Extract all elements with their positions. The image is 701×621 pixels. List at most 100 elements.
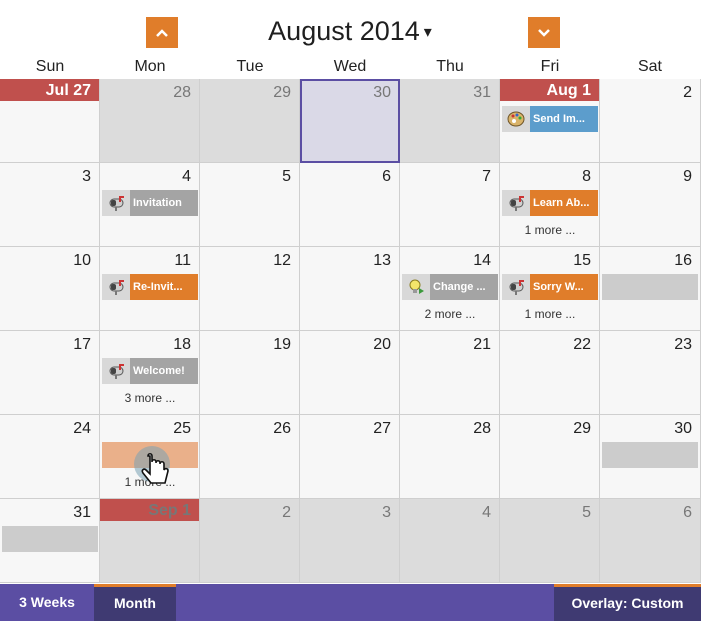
day-cell[interactable]: 16 [600,247,701,331]
day-number: 17 [73,336,91,353]
previous-month-button[interactable] [146,17,178,48]
day-cell[interactable]: 4 Invitation [100,163,200,247]
overlay-button[interactable]: Overlay: Custom [554,584,701,621]
day-number: 6 [683,504,692,521]
day-number: 6 [382,168,391,185]
day-cell[interactable]: Sep 1 [100,499,200,583]
event-placeholder-bar[interactable] [602,274,698,300]
event-placeholder-bar[interactable] [602,442,698,468]
more-events-link[interactable]: 1 more ... [500,307,600,321]
day-cell[interactable]: Aug 1 Send Im... [500,79,600,163]
day-cell[interactable]: 6 [600,499,701,583]
calendar-header: August 2014 ▾ [0,0,701,56]
month-start-banner: Jul 27 [0,79,99,101]
day-number: 30 [674,420,692,437]
day-number: 11 [174,252,191,269]
day-cell[interactable]: 14 Change ... 2 more ... [400,247,500,331]
mailbox-icon [102,274,130,300]
event-label: Sorry W... [530,274,598,300]
day-cell[interactable]: 5 [500,499,600,583]
day-cell[interactable]: 26 [200,415,300,499]
chevron-down-icon [538,28,550,37]
day-cell[interactable]: 18 Welcome! 3 more ... [100,331,200,415]
day-cell[interactable]: 28 [400,415,500,499]
day-cell[interactable]: 12 [200,247,300,331]
day-cell[interactable]: 28 [100,79,200,163]
more-events-link[interactable]: 3 more ... [100,391,200,405]
day-cell[interactable]: 15 Sorry W... 1 more ... [500,247,600,331]
day-cell[interactable]: 2 [200,499,300,583]
day-cell[interactable]: 13 [300,247,400,331]
day-number: Sep 1 [148,502,191,519]
calendar-event[interactable]: Send Im... [502,106,598,132]
day-cell[interactable]: 25 1 more ... [100,415,200,499]
day-cell[interactable]: 10 [0,247,100,331]
day-cell[interactable]: 8 Learn Ab... 1 more ... [500,163,600,247]
day-cell[interactable]: 21 [400,331,500,415]
day-cell[interactable]: 19 [200,331,300,415]
palette-icon [502,106,530,132]
dropdown-caret-icon: ▾ [423,24,432,41]
day-cell[interactable]: 17 [0,331,100,415]
day-number: 8 [582,168,591,185]
day-cell[interactable]: 9 [600,163,701,247]
more-events-link[interactable]: 1 more ... [500,223,600,237]
day-number: 28 [473,420,491,437]
day-cell[interactable]: 7 [400,163,500,247]
day-cell[interactable]: 20 [300,331,400,415]
weekday-label: Sat [637,58,662,75]
month-title[interactable]: August 2014 ▾ [230,16,470,47]
weekday-label: Sun [35,58,65,75]
month-start-banner: Aug 1 [500,79,599,101]
day-cell[interactable]: 6 [300,163,400,247]
day-cell[interactable]: 29 [500,415,600,499]
calendar-event[interactable]: Welcome! [102,358,198,384]
day-number: 9 [683,168,692,185]
month-start-banner: Sep 1 [100,499,199,521]
day-cell[interactable]: 30 [600,415,701,499]
dragging-event-bar[interactable] [102,442,198,468]
calendar-event[interactable]: Sorry W... [502,274,598,300]
weekday-label: Fri [540,58,560,75]
event-label: Learn Ab... [530,190,598,216]
day-cell[interactable]: 11 Re-Invit... [100,247,200,331]
calendar-event[interactable]: Learn Ab... [502,190,598,216]
calendar-event[interactable]: Re-Invit... [102,274,198,300]
day-cell[interactable]: 2 [600,79,701,163]
chevron-up-icon [156,28,168,37]
day-number: 2 [683,84,692,101]
calendar-event[interactable]: Invitation [102,190,198,216]
day-number: Aug 1 [546,82,591,99]
day-cell[interactable]: 31 [0,499,100,583]
day-cell[interactable]: 29 [200,79,300,163]
event-label: Invitation [130,190,198,216]
day-cell[interactable]: 27 [300,415,400,499]
day-number: 29 [573,420,591,437]
event-placeholder-bar[interactable] [2,526,98,552]
next-month-button[interactable] [528,17,560,48]
day-number: 15 [573,252,591,269]
day-number: 19 [273,336,291,353]
month-grid: Jul 27 28 29 30 31 Aug 1 Send Im... 2 3 4 Invitati… [0,79,701,584]
day-cell[interactable]: 31 [400,79,500,163]
day-cell[interactable]: 3 [0,163,100,247]
day-cell[interactable]: 24 [0,415,100,499]
tab-month[interactable]: Month [94,584,176,621]
lightbulb-icon [402,274,430,300]
tab-3-weeks[interactable]: 3 Weeks [0,584,94,621]
event-label: Welcome! [130,358,198,384]
mailbox-icon [502,274,530,300]
day-number: 26 [273,420,291,437]
more-events-link[interactable]: 1 more ... [100,475,200,489]
day-cell[interactable]: 30 [300,79,400,163]
day-cell[interactable]: 22 [500,331,600,415]
day-cell[interactable]: 3 [300,499,400,583]
day-cell[interactable]: 4 [400,499,500,583]
day-number: 21 [473,336,491,353]
day-cell[interactable]: Jul 27 [0,79,100,163]
more-events-link[interactable]: 2 more ... [400,307,500,321]
day-cell[interactable]: 5 [200,163,300,247]
calendar-event[interactable]: Change ... [402,274,498,300]
day-cell[interactable]: 23 [600,331,701,415]
day-number: Jul 27 [45,82,91,99]
